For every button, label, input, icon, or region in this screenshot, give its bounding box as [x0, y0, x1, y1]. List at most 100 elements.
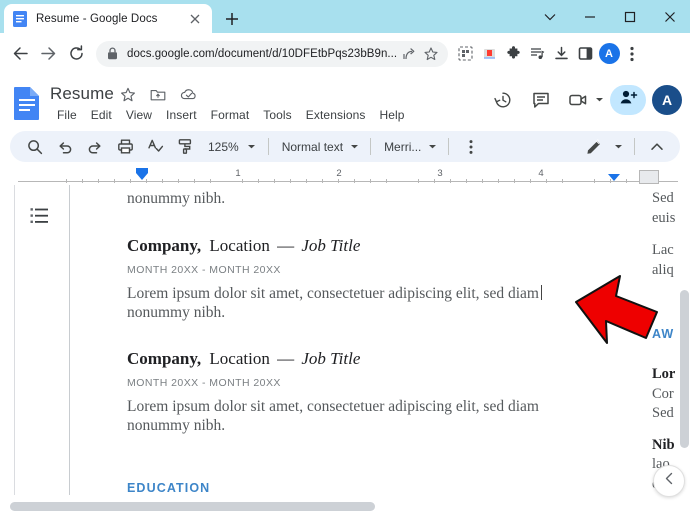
window-controls: [530, 0, 690, 33]
font-dropdown-chevron-down-icon[interactable]: [423, 142, 441, 151]
lock-icon: [107, 47, 120, 60]
menu-view[interactable]: View: [119, 107, 159, 123]
paint-format-icon[interactable]: [172, 134, 198, 160]
docs-menu-bar: File Edit View Insert Format Tools Exten…: [50, 107, 412, 123]
document-outline-icon[interactable]: [29, 205, 51, 227]
reload-button[interactable]: [62, 40, 90, 68]
tab-stop-icon[interactable]: [639, 170, 659, 184]
close-icon[interactable]: [186, 10, 204, 28]
search-icon[interactable]: [22, 134, 48, 160]
download-icon[interactable]: [549, 42, 573, 66]
chevron-left-icon: [664, 472, 675, 490]
maximize-button[interactable]: [610, 0, 650, 33]
job-dates[interactable]: MONTH 20XX - MONTH 20XX: [127, 262, 582, 278]
reading-list-icon[interactable]: [525, 42, 549, 66]
back-button[interactable]: [6, 40, 34, 68]
horizontal-ruler[interactable]: 1 2 3 4: [0, 168, 690, 185]
comment-icon[interactable]: [525, 84, 557, 116]
horizontal-scrollbar[interactable]: [0, 499, 690, 513]
job-dash: —: [277, 235, 295, 255]
print-icon[interactable]: [112, 134, 138, 160]
zoom-dropdown-chevron-down-icon[interactable]: [243, 142, 261, 151]
menu-file[interactable]: File: [50, 107, 84, 123]
menu-insert[interactable]: Insert: [159, 107, 204, 123]
qr-code-icon[interactable]: [453, 42, 477, 66]
menu-tools[interactable]: Tools: [256, 107, 299, 123]
browser-menu-button[interactable]: [621, 43, 643, 65]
side-panel-icon[interactable]: [573, 42, 597, 66]
job-heading[interactable]: Company, Location — Job Title: [127, 348, 582, 370]
address-bar[interactable]: docs.google.com/document/d/10DFEtbPqs23b…: [96, 40, 448, 67]
document-title[interactable]: Resume: [50, 84, 114, 104]
share-icon[interactable]: [398, 43, 420, 65]
folder-move-icon[interactable]: [150, 87, 167, 104]
chevron-down-icon[interactable]: [595, 91, 604, 109]
job-dates[interactable]: MONTH 20XX - MONTH 20XX: [127, 375, 582, 391]
right-col-fragment: Lac: [652, 242, 674, 258]
browser-tab-resume[interactable]: Resume - Google Docs: [4, 4, 212, 33]
close-window-button[interactable]: [650, 0, 690, 33]
docs-header-actions: A: [487, 84, 682, 116]
three-dots-vertical-icon[interactable]: [458, 134, 484, 160]
style-dropdown-chevron-down-icon[interactable]: [345, 142, 363, 151]
puzzle-red-icon[interactable]: [477, 42, 501, 66]
star-icon[interactable]: [420, 43, 442, 65]
star-icon[interactable]: [120, 87, 137, 104]
video-camera-icon[interactable]: [563, 84, 595, 116]
paragraph-text[interactable]: nonummy nibh.: [127, 303, 582, 323]
ruler-number-4: 4: [538, 168, 544, 179]
undo-icon[interactable]: [52, 134, 78, 160]
lorem-line: Lorem ipsum dolor sit amet, consectetuer…: [127, 284, 539, 302]
collapse-toolbar-chevron-up-icon[interactable]: [644, 134, 670, 160]
toolbar-divider: [634, 138, 635, 155]
section-heading-education[interactable]: EDUCATION: [127, 481, 582, 495]
menu-format[interactable]: Format: [204, 107, 257, 123]
ruler-number-2: 2: [336, 168, 342, 179]
zoom-level-value[interactable]: 125%: [200, 140, 243, 154]
menu-help[interactable]: Help: [372, 107, 411, 123]
forward-button[interactable]: [34, 40, 62, 68]
ruler-number-1: 1: [235, 168, 241, 179]
paragraph-text[interactable]: nonummy nibh.: [127, 189, 582, 209]
person-add-icon: [619, 89, 638, 111]
minimize-button[interactable]: [570, 0, 610, 33]
page-left-border: [14, 185, 15, 495]
paragraph-style-value[interactable]: Normal text: [276, 140, 345, 154]
tab-search-button[interactable]: [530, 0, 570, 33]
horizontal-scrollbar-thumb[interactable]: [10, 502, 375, 511]
editing-mode-chevron-down-icon[interactable]: [609, 142, 627, 151]
paragraph-text[interactable]: nonummy nibh.: [127, 416, 582, 436]
collapse-panel-button[interactable]: [653, 465, 685, 497]
menu-edit[interactable]: Edit: [84, 107, 119, 123]
vertical-scrollbar-thumb[interactable]: [680, 290, 689, 448]
font-family-value[interactable]: Merri...: [378, 140, 423, 154]
profile-avatar[interactable]: A: [597, 42, 621, 66]
job-heading[interactable]: Company, Location — Job Title: [127, 235, 582, 257]
paragraph-text[interactable]: Lorem ipsum dolor sit amet, consectetuer…: [127, 284, 582, 304]
account-avatar[interactable]: A: [652, 85, 682, 115]
ruler-number-3: 3: [437, 168, 443, 179]
avatar: A: [598, 43, 620, 64]
vertical-scrollbar[interactable]: [679, 185, 690, 495]
right-indent-marker-icon[interactable]: [608, 174, 620, 181]
share-button[interactable]: [610, 85, 646, 115]
red-arrow-annotation: [574, 274, 662, 346]
toolbar-divider: [370, 138, 372, 155]
job-location: Location: [209, 348, 270, 368]
redo-icon[interactable]: [82, 134, 108, 160]
new-tab-button[interactable]: [220, 7, 244, 31]
google-docs-favicon: [12, 10, 28, 27]
cloud-check-icon[interactable]: [180, 87, 197, 104]
title-action-icons: [120, 87, 197, 104]
pencil-icon[interactable]: [581, 134, 607, 160]
google-docs-logo[interactable]: [12, 86, 42, 120]
puzzle-icon[interactable]: [501, 42, 525, 66]
spellcheck-icon[interactable]: [142, 134, 168, 160]
left-indent-marker-icon[interactable]: [136, 173, 148, 180]
paragraph-text[interactable]: Lorem ipsum dolor sit amet, consectetuer…: [127, 397, 582, 417]
job-dash: —: [277, 348, 295, 368]
tab-strip: Resume - Google Docs: [0, 0, 690, 33]
document-text-body[interactable]: nonummy nibh. Company, Location — Job Ti…: [127, 185, 582, 495]
menu-extensions[interactable]: Extensions: [299, 107, 373, 123]
history-clock-icon[interactable]: [487, 84, 519, 116]
